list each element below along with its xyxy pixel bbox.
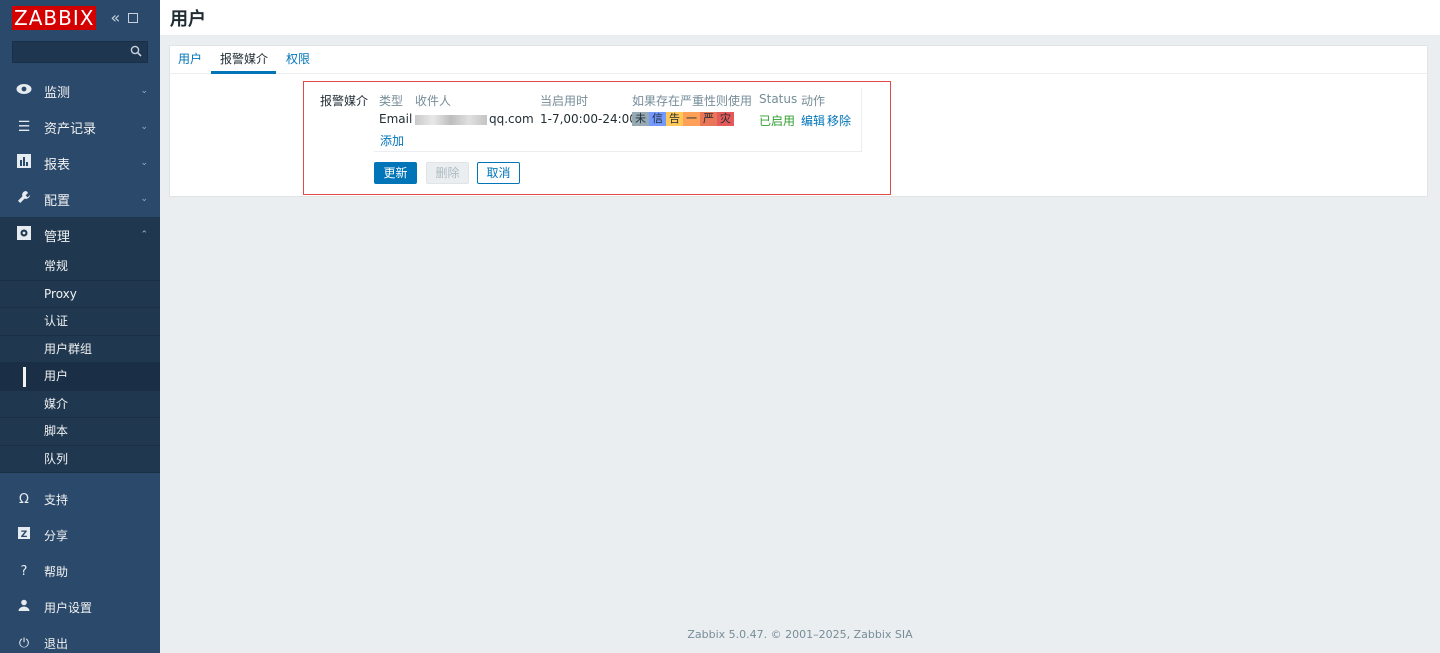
menu-label: 配置 (44, 193, 71, 209)
menu-item-help[interactable]: ? 帮助 (0, 553, 160, 589)
column-header-type: 类型 (379, 94, 404, 108)
media-field-label: 报警媒介 (320, 94, 369, 108)
menu-label: 用户设置 (44, 600, 93, 615)
recipient-cell: qq.com (415, 112, 534, 126)
chart-icon (14, 154, 34, 172)
bottom-menu: Ω 支持 Z 分享 ? 帮助 用户设置 ⏻ 退出 (0, 481, 160, 653)
menu-item-administration[interactable]: 管理 ⌃ (0, 217, 160, 253)
menu-label: 分享 (44, 528, 69, 543)
add-media-link[interactable]: 添加 (380, 132, 404, 149)
delete-button: 删除 (426, 162, 469, 184)
page-title: 用户 (170, 9, 206, 30)
eye-icon (14, 83, 34, 99)
chevron-down-icon: ⌄ (140, 86, 148, 96)
update-button[interactable]: 更新 (374, 162, 417, 184)
menu-item-reports[interactable]: 报表 ⌄ (0, 145, 160, 181)
tab-user[interactable]: 用户 (178, 50, 210, 73)
headset-icon: Ω (19, 491, 29, 507)
recipient-suffix: qq.com (489, 112, 534, 126)
severity-information: 信 (649, 112, 666, 126)
when-active-cell: 1-7,00:00-24:00 (540, 112, 637, 126)
column-header-recipient: 收件人 (415, 94, 452, 108)
severity-high: 严 (700, 112, 717, 126)
media-form: 报警媒介 类型 收件人 当启用时 如果存在严重性则使用 Status 动作 Em… (303, 81, 891, 195)
chevron-up-icon: ⌃ (140, 230, 148, 240)
list-icon: ☰ (17, 119, 31, 135)
menu-item-inventory[interactable]: ☰ 资产记录 ⌄ (0, 109, 160, 145)
user-icon (16, 599, 32, 615)
menu-label: 退出 (44, 636, 69, 651)
menu-label: 监测 (44, 85, 71, 101)
main-menu: 监测 ⌄ ☰ 资产记录 ⌄ 报表 ⌄ 配置 ⌄ 管理 ⌃ (0, 73, 160, 253)
wrench-icon (14, 190, 34, 208)
chevron-down-icon: ⌄ (140, 122, 148, 132)
media-type-cell: Email (379, 112, 413, 126)
footer: Zabbix 5.0.47. © 2001–2025, Zabbix SIA (687, 628, 913, 641)
severity-disaster: 灾 (717, 112, 734, 126)
sidebar-item-general[interactable]: 常规 (0, 253, 160, 281)
sidebar-item-proxy[interactable]: Proxy (0, 280, 160, 308)
menu-item-user-settings[interactable]: 用户设置 (0, 589, 160, 625)
sidebar-item-authentication[interactable]: 认证 (0, 308, 160, 336)
menu-label: 资产记录 (44, 121, 97, 137)
sidebar-item-user-groups[interactable]: 用户群组 (0, 335, 160, 363)
zabbix-logo[interactable]: ZABBIX (12, 5, 97, 30)
sidebar-item-users[interactable]: 用户 (0, 363, 160, 391)
help-icon: ? (20, 563, 28, 579)
chevron-down-icon: ⌄ (140, 158, 148, 168)
sidebar-item-media-types[interactable]: 媒介 (0, 390, 160, 418)
menu-item-share[interactable]: Z 分享 (0, 517, 160, 553)
svg-text:Z: Z (21, 530, 28, 539)
menu-item-configuration[interactable]: 配置 ⌄ (0, 181, 160, 217)
column-header-severity: 如果存在严重性则使用 (632, 94, 753, 108)
menu-item-sign-out[interactable]: ⏻ 退出 (0, 625, 160, 653)
severity-not-classified: 未 (632, 112, 649, 126)
search-icon[interactable] (130, 45, 142, 57)
search-box (12, 41, 148, 63)
page-header: 用户 (160, 0, 1440, 35)
gear-icon (14, 226, 34, 244)
menu-item-monitoring[interactable]: 监测 ⌄ (0, 73, 160, 109)
column-header-status: Status (759, 92, 798, 106)
column-header-action: 动作 (801, 94, 826, 108)
search-input[interactable] (13, 42, 147, 62)
collapse-sidebar-icon[interactable]: « (110, 8, 120, 27)
chevron-down-icon: ⌄ (140, 194, 148, 204)
power-icon: ⏻ (18, 635, 30, 651)
share-icon: Z (16, 527, 32, 543)
administration-submenu: 常规 Proxy 认证 用户群组 用户 媒介 脚本 队列 (0, 253, 160, 473)
menu-label: 管理 (44, 229, 71, 245)
sidebar-item-queue[interactable]: 队列 (0, 445, 160, 473)
redacted-email (415, 114, 487, 125)
user-form-panel: 用户 报警媒介 权限 报警媒介 类型 收件人 当启用时 如果存在严重性则使用 S… (169, 45, 1428, 197)
menu-label: 帮助 (44, 564, 69, 579)
severity-warning: 告 (666, 112, 683, 126)
menu-label: 报表 (44, 157, 71, 173)
logo-row: ZABBIX « (0, 0, 160, 35)
column-header-when-active: 当启用时 (540, 94, 589, 108)
kiosk-mode-icon[interactable] (128, 12, 139, 23)
menu-label: 支持 (44, 492, 69, 507)
sidebar: ZABBIX « 监测 ⌄ ☰ 资产记录 ⌄ 报表 ⌄ 配置 ⌄ 管理 ⌃ 常规… (0, 0, 160, 653)
tab-media[interactable]: 报警媒介 (211, 50, 277, 74)
severity-average: 一 (683, 112, 700, 126)
media-table: 类型 收件人 当启用时 如果存在严重性则使用 Status 动作 Email q… (374, 88, 862, 152)
status-enabled-link[interactable]: 已启用 (759, 112, 795, 129)
menu-item-support[interactable]: Ω 支持 (0, 481, 160, 517)
tab-permissions[interactable]: 权限 (286, 50, 318, 73)
tab-bar: 用户 报警媒介 权限 (170, 46, 1427, 74)
remove-media-link[interactable]: 移除 (827, 112, 851, 129)
cancel-button[interactable]: 取消 (477, 162, 520, 184)
edit-media-link[interactable]: 编辑 (801, 112, 825, 129)
sidebar-item-scripts[interactable]: 脚本 (0, 418, 160, 446)
